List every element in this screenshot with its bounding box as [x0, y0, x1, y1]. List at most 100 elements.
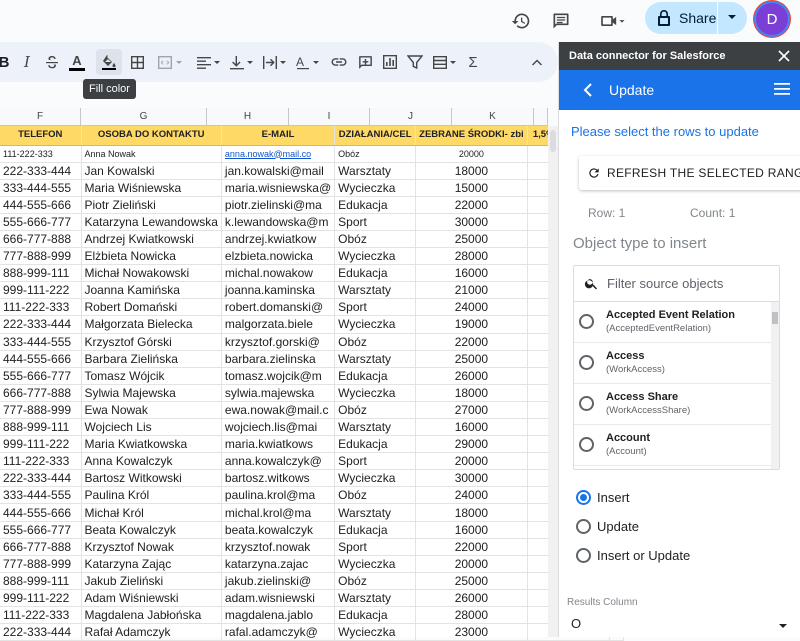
share-dropdown-icon[interactable]	[725, 10, 739, 27]
cell[interactable]: 666-777-888	[0, 230, 82, 249]
cell[interactable]: michal.krol@ma	[221, 503, 336, 522]
cell[interactable]: 444-555-666	[0, 196, 82, 214]
column-header-l[interactable]	[534, 108, 548, 126]
cell[interactable]: Anna Kowalczyk	[81, 452, 222, 471]
cell[interactable]: Wycieczka	[334, 315, 417, 334]
column-header-g[interactable]: G	[81, 108, 207, 126]
cell[interactable]: Katarzyna Lewandowska	[81, 213, 222, 231]
cell[interactable]: 29000	[415, 435, 528, 454]
cell[interactable]: Adam Wiśniewski	[81, 589, 222, 608]
cell[interactable]: joanna.kaminska	[221, 281, 336, 300]
cell[interactable]: Paulina Król	[81, 486, 222, 505]
functions-icon[interactable]: Σ	[463, 52, 483, 72]
radio[interactable]	[576, 548, 591, 563]
cell[interactable]: 22000	[415, 196, 528, 214]
cell[interactable]: Warsztaty	[334, 589, 417, 608]
sheet-scrollbar[interactable]	[548, 126, 558, 637]
cell[interactable]: Wycieczka	[334, 247, 417, 266]
cell[interactable]: Obóz	[334, 230, 417, 249]
cell[interactable]: tomasz.wojcik@m	[221, 367, 336, 385]
cell[interactable]: 555-666-777	[0, 213, 82, 231]
header-cell[interactable]: TELEFON	[0, 126, 82, 146]
cell[interactable]: Sport	[334, 213, 417, 231]
cell[interactable]: rafal.adamczyk@	[221, 623, 336, 641]
cell[interactable]: 20000	[415, 452, 528, 471]
cell[interactable]: 16000	[415, 264, 528, 283]
cell[interactable]: Edukacja	[334, 435, 417, 454]
cell[interactable]: wojciech.lis@mai	[221, 418, 336, 437]
cell[interactable]: 24000	[415, 298, 528, 317]
option-update[interactable]: Update	[576, 519, 639, 534]
cell[interactable]: Bartosz Witkowski	[81, 469, 222, 488]
object-radio[interactable]	[579, 355, 594, 370]
cell[interactable]: anna.kowalczyk@	[221, 452, 336, 471]
cell[interactable]: 222-333-444	[0, 469, 82, 488]
cell[interactable]: Joanna Kamińska	[81, 281, 222, 300]
cell[interactable]: 30000	[415, 469, 528, 488]
cell[interactable]: Warsztaty	[334, 418, 417, 437]
cell[interactable]: 19000	[415, 315, 528, 334]
cell[interactable]: 18000	[415, 384, 528, 402]
cell[interactable]: barbara.zielinska	[221, 350, 336, 368]
cell[interactable]: Warsztaty	[334, 281, 417, 300]
cell[interactable]: Beata Kowalczyk	[81, 521, 222, 539]
cell[interactable]: 27000	[415, 401, 528, 420]
filter-icon[interactable]	[405, 52, 425, 72]
cell[interactable]: Obóz	[334, 572, 417, 590]
cell[interactable]: Michał Nowakowski	[81, 264, 222, 283]
merge-cells-icon[interactable]	[155, 52, 185, 72]
cell[interactable]: Wycieczka	[334, 179, 417, 197]
filter-views-icon[interactable]	[430, 52, 460, 72]
cell[interactable]: jan.kowalski@mail	[221, 162, 336, 180]
cell[interactable]: Tomasz Wójcik	[81, 367, 222, 385]
cell[interactable]: 25000	[415, 230, 528, 249]
horizontal-align-icon[interactable]	[194, 52, 224, 72]
column-header-i[interactable]: I	[289, 108, 370, 126]
cell[interactable]: katarzyna.zajac	[221, 555, 336, 573]
column-header-f[interactable]: F	[0, 108, 81, 126]
cell[interactable]: 444-555-666	[0, 503, 82, 522]
cell[interactable]: robert.domanski@	[221, 298, 336, 317]
cell[interactable]: 20000	[415, 555, 528, 573]
cell[interactable]: michal.nowakow	[221, 264, 336, 283]
cell[interactable]: Ewa Nowak	[81, 401, 222, 420]
column-header-j[interactable]: J	[370, 108, 452, 126]
strikethrough-icon[interactable]	[42, 52, 62, 72]
cell[interactable]: 25000	[415, 350, 528, 368]
cell[interactable]: Sylwia Majewska	[81, 384, 222, 402]
cell[interactable]: anna.nowak@mail.co	[221, 145, 336, 163]
collapse-toolbar-icon[interactable]	[527, 52, 547, 72]
cell[interactable]: malgorzata.biele	[221, 315, 336, 334]
cell[interactable]: 333-444-555	[0, 486, 82, 505]
object-item-account[interactable]: Account (Account)	[574, 425, 779, 466]
cell[interactable]: 777-888-999	[0, 555, 82, 573]
cell[interactable]: Warsztaty	[334, 350, 417, 368]
cell[interactable]: 18000	[415, 162, 528, 180]
cell[interactable]: 222-333-444	[0, 315, 82, 334]
object-item-access-share[interactable]: Access Share (WorkAccessShare)	[574, 384, 779, 425]
cell[interactable]: jakub.zielinski@	[221, 572, 336, 590]
cell[interactable]: Warsztaty	[334, 162, 417, 180]
cell[interactable]: Jan Kowalski	[81, 162, 222, 180]
cell[interactable]: 25000	[415, 572, 528, 590]
cell[interactable]: Wycieczka	[334, 384, 417, 402]
cell[interactable]: 999-111-222	[0, 435, 82, 454]
cell[interactable]: 888-999-111	[0, 418, 82, 437]
video-call-icon[interactable]	[592, 7, 632, 35]
cell[interactable]: 777-888-999	[0, 401, 82, 420]
cell[interactable]: Maria Wiśniewska	[81, 179, 222, 197]
cell[interactable]: 999-111-222	[0, 589, 82, 608]
cell[interactable]: Edukacja	[334, 264, 417, 283]
borders-icon[interactable]	[127, 52, 147, 72]
cell[interactable]: 23000	[415, 623, 528, 641]
results-column-select[interactable]: O	[571, 616, 789, 636]
cell[interactable]: Katarzyna Zając	[81, 555, 222, 573]
cell[interactable]: 999-111-222	[0, 281, 82, 300]
object-radio[interactable]	[579, 396, 594, 411]
cell[interactable]: 777-888-999	[0, 247, 82, 266]
cell[interactable]: Sport	[334, 452, 417, 471]
cell[interactable]: 555-666-777	[0, 367, 82, 385]
cell[interactable]: maria.wisniewska@	[221, 179, 336, 197]
cell[interactable]: krzysztof.gorski@	[221, 333, 336, 351]
cell[interactable]: krzysztof.nowak	[221, 538, 336, 556]
